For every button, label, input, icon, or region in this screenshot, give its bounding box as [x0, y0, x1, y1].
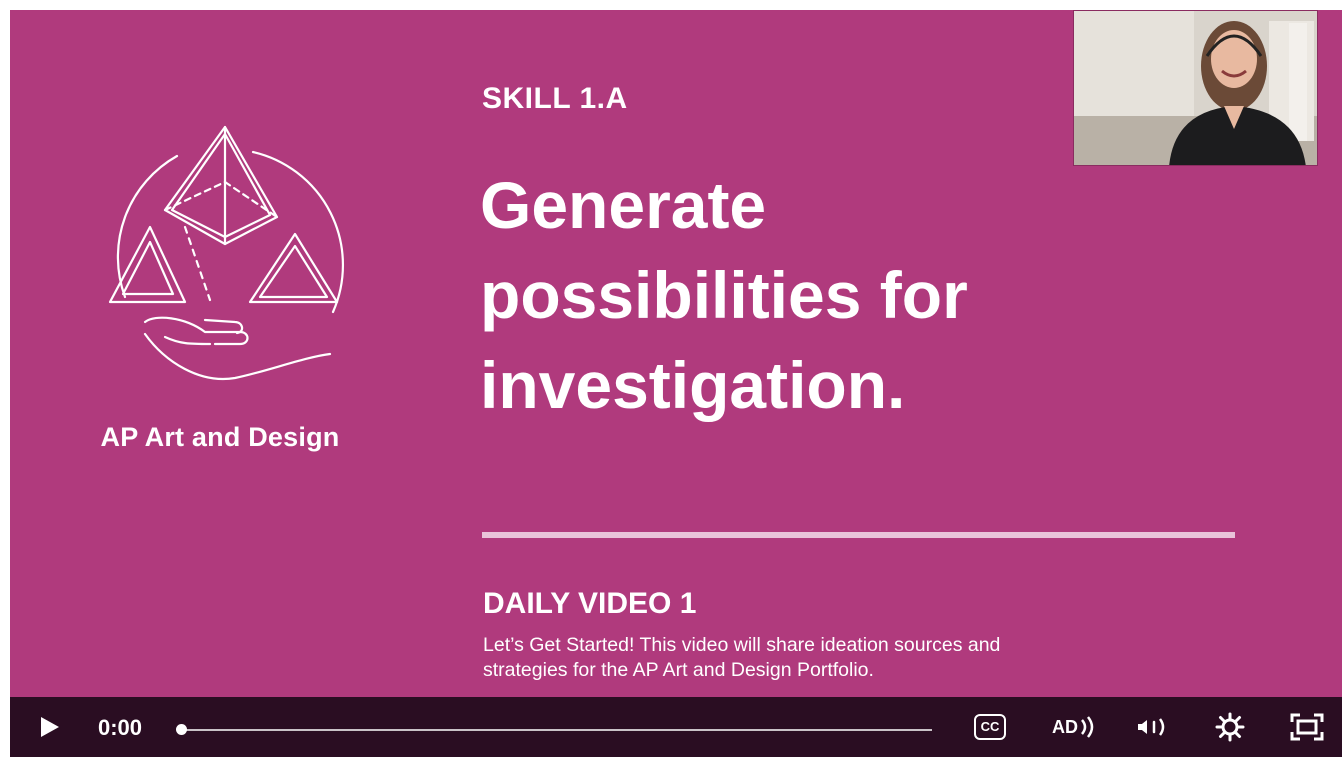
slide-title-line: Generate: [480, 168, 767, 242]
video-frame[interactable]: AP Art and Design SKILL 1.A Generate pos…: [10, 10, 1342, 697]
progress-handle[interactable]: [176, 724, 187, 735]
fullscreen-icon: [1290, 713, 1324, 741]
closed-captions-label: CC: [980, 719, 1000, 734]
slide-title: Generate possibilities for investigation…: [480, 160, 1240, 430]
presenter-webcam: [1073, 10, 1318, 166]
description-line: Let’s Get Started! This video will share…: [483, 634, 1001, 656]
ap-art-design-logo-icon: [105, 122, 345, 392]
daily-video-title: DAILY VIDEO 1: [483, 587, 697, 620]
progress-bar[interactable]: [180, 729, 932, 731]
skill-label: SKILL 1.A: [482, 82, 628, 115]
closed-captions-icon: CC: [973, 714, 1007, 740]
gear-icon: [1215, 712, 1245, 742]
audio-description-label: AD: [1052, 716, 1078, 737]
volume-icon: [1138, 718, 1165, 736]
settings-button[interactable]: [1208, 697, 1252, 757]
audio-description-icon: [1081, 716, 1094, 738]
play-button[interactable]: [30, 697, 70, 757]
slide-title-line: investigation.: [480, 348, 906, 422]
audio-description-button[interactable]: AD: [1046, 697, 1106, 757]
volume-button[interactable]: [1129, 697, 1177, 757]
slide-left-panel: AP Art and Design: [10, 10, 440, 697]
play-icon: [41, 717, 59, 737]
daily-video-description: Let’s Get Started! This video will share…: [483, 633, 1203, 683]
fullscreen-button[interactable]: [1283, 697, 1331, 757]
description-line: strategies for the AP Art and Design Por…: [483, 659, 874, 681]
player-controls: 0:00 CC AD: [10, 697, 1342, 757]
current-time: 0:00: [98, 715, 143, 740]
slide-title-line: possibilities for: [480, 258, 968, 332]
divider: [482, 532, 1235, 538]
closed-captions-button[interactable]: CC: [965, 697, 1015, 757]
brand-name: AP Art and Design: [100, 422, 340, 452]
